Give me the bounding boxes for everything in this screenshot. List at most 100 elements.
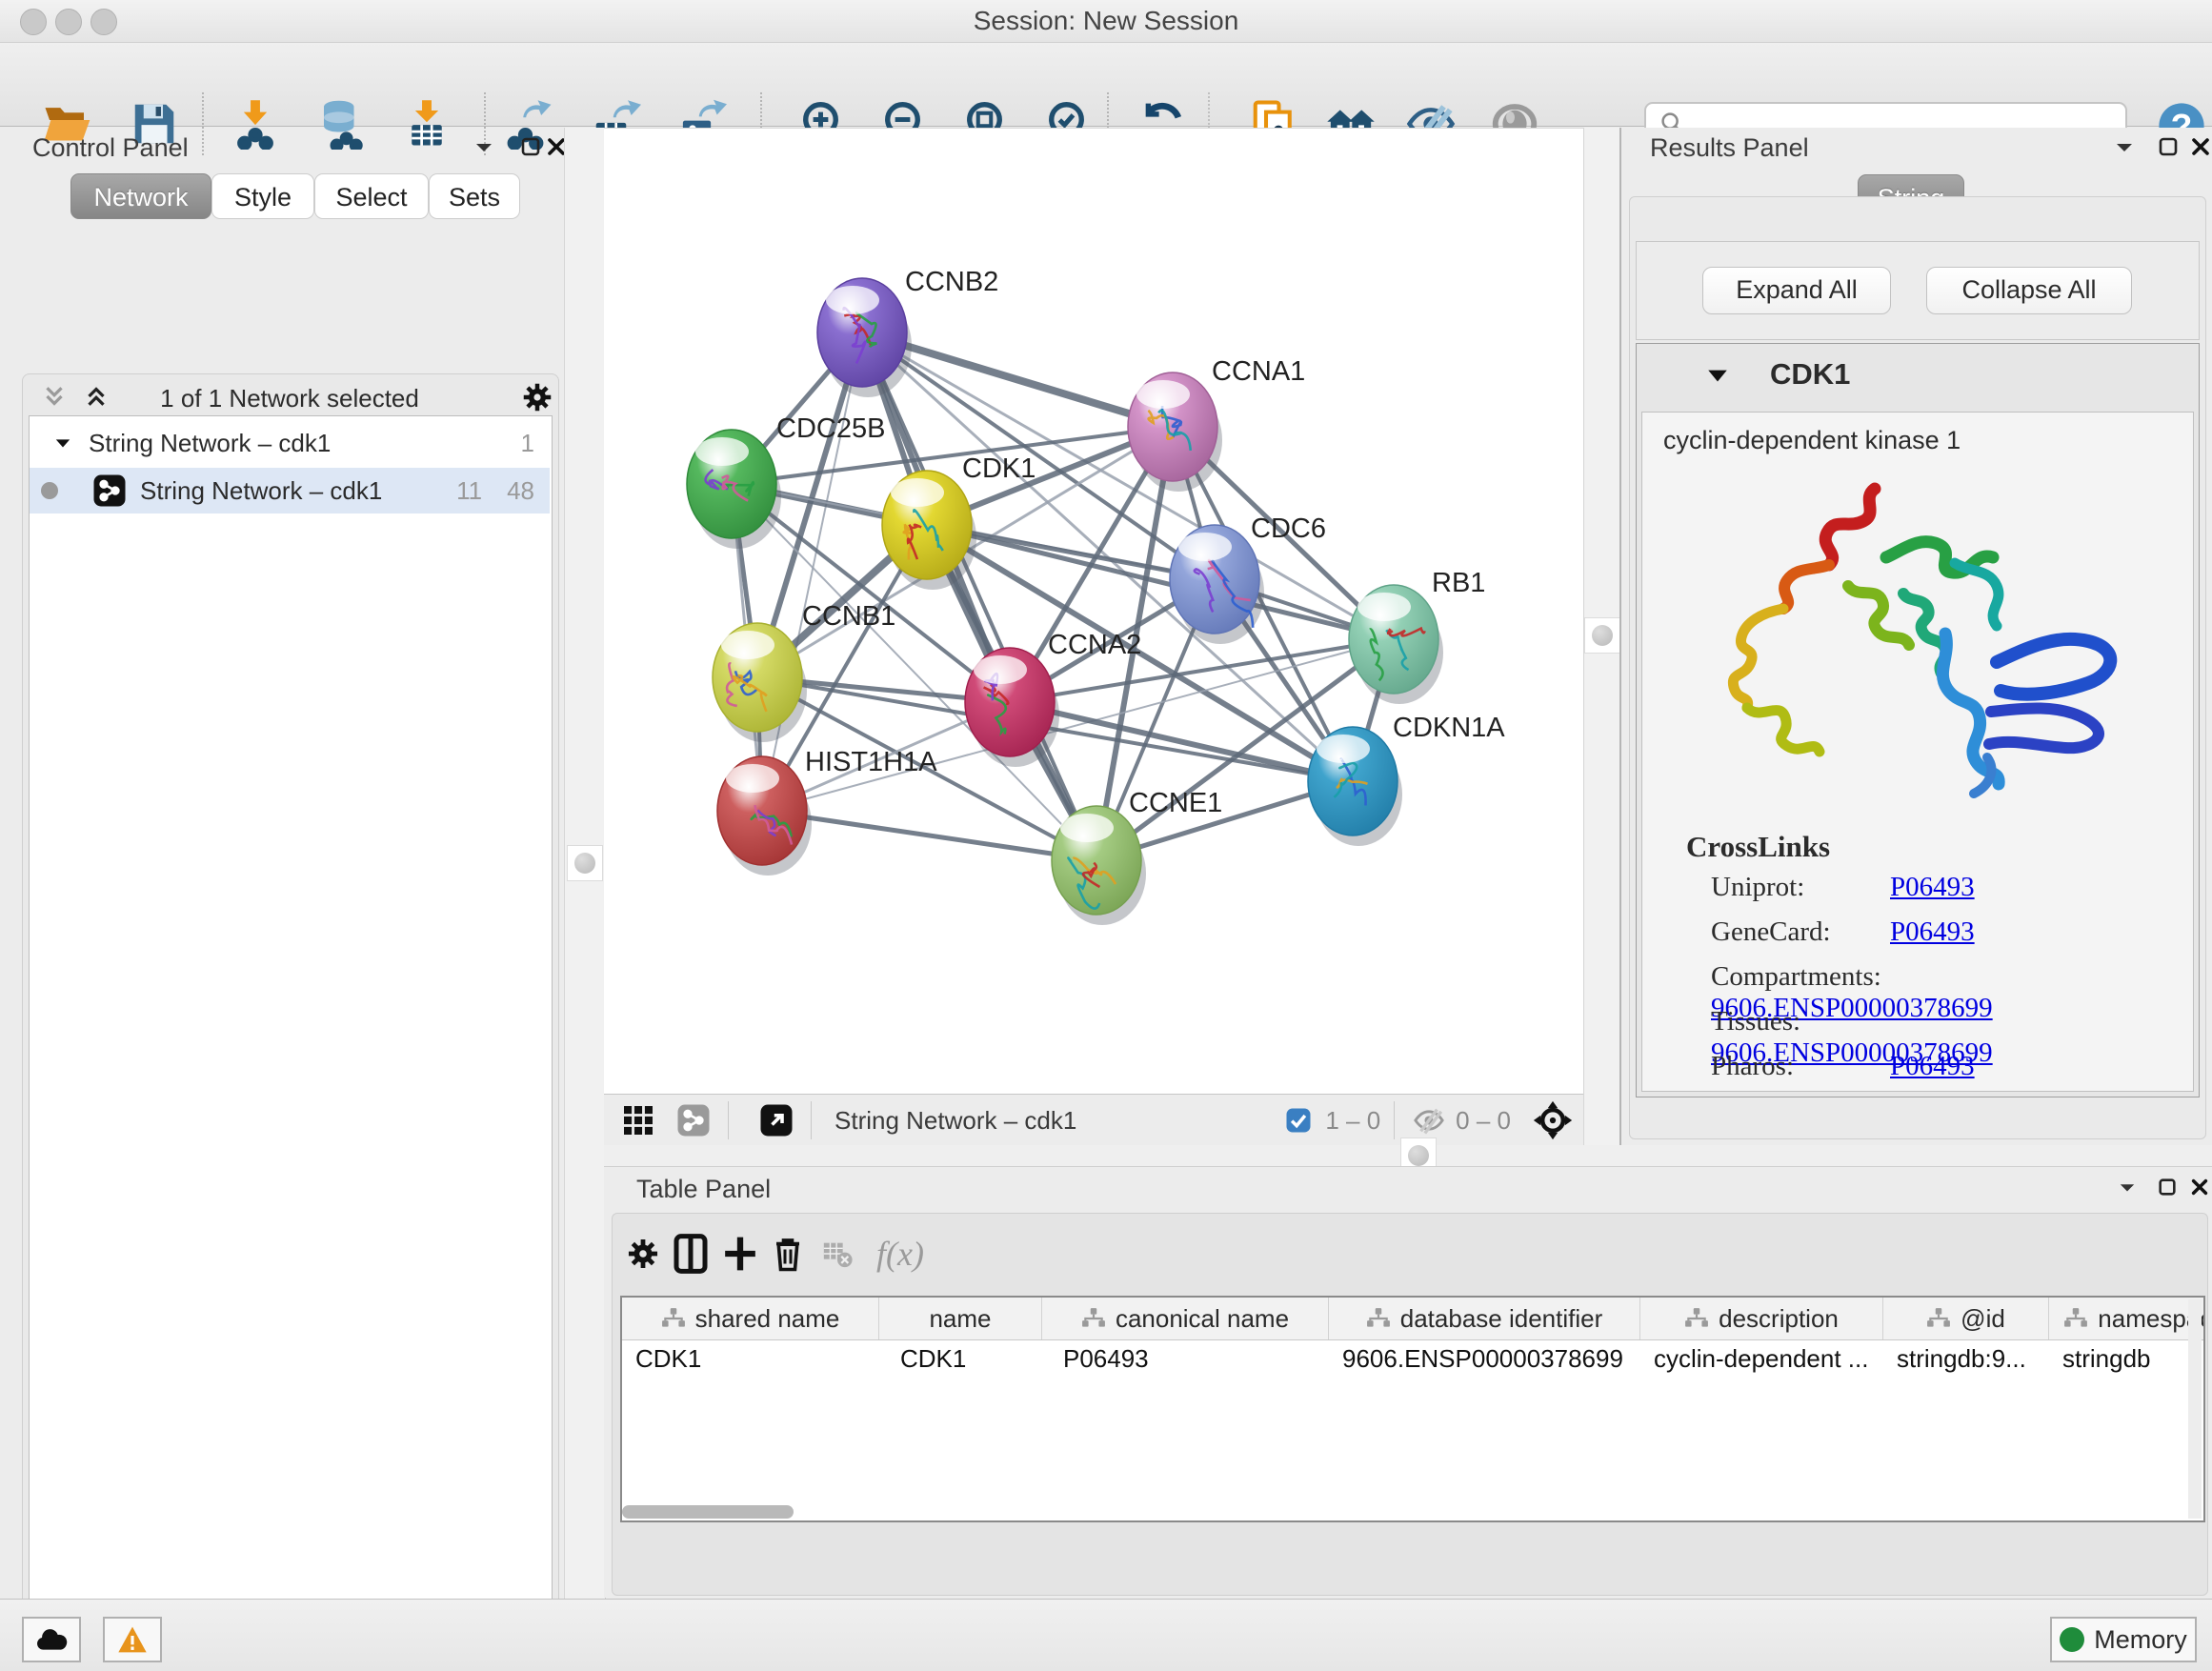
- panel-menu-icon[interactable]: [2117, 1178, 2138, 1196]
- crosslink-label: Uniprot:: [1711, 872, 1890, 903]
- column-header-name[interactable]: name: [879, 1298, 1042, 1339]
- cell-id[interactable]: stringdb:9...: [1883, 1339, 2049, 1378]
- open-in-window-icon[interactable]: [755, 1099, 797, 1141]
- column-header-namespace[interactable]: namespace: [2049, 1298, 2205, 1339]
- network-type-icon: [92, 473, 127, 508]
- node-label-HIST1H1A: HIST1H1A: [805, 747, 937, 777]
- tree-expander-icon[interactable]: [52, 434, 73, 452]
- node-label-CCNB1: CCNB1: [802, 601, 895, 632]
- tab-select[interactable]: Select: [314, 173, 429, 219]
- network-edge-count: 48: [507, 476, 534, 506]
- control-panel: Control Panel NetworkStyleSelectSets 1 o…: [0, 128, 564, 1599]
- node-label-CCNA2: CCNA2: [1048, 630, 1141, 660]
- column-header-label: description: [1719, 1304, 1839, 1334]
- splitter-handle[interactable]: [567, 845, 603, 881]
- horizontal-splitter[interactable]: [604, 1145, 2212, 1166]
- column-header-sharedname[interactable]: shared name: [622, 1298, 879, 1339]
- network-row-selected[interactable]: String Network – cdk1 11 48: [30, 468, 550, 513]
- grid-view-icon[interactable]: [617, 1099, 659, 1141]
- crosslink-label: GeneCard:: [1711, 916, 1890, 948]
- gear-icon[interactable]: [520, 380, 554, 414]
- vertical-splitter-right[interactable]: [1583, 128, 1621, 1145]
- node-CDC25B[interactable]: [687, 430, 781, 549]
- delete-column-icon[interactable]: [767, 1231, 809, 1277]
- main-toolbar: ?: [0, 43, 2212, 127]
- crosslink-value-link[interactable]: P06493: [1890, 916, 1975, 947]
- cell-sharedname[interactable]: CDK1: [622, 1339, 879, 1378]
- network-collection-row[interactable]: String Network – cdk1 1: [30, 420, 550, 466]
- panel-close-icon[interactable]: [2189, 1177, 2210, 1198]
- crosslink-value-link[interactable]: P06493: [1890, 872, 1975, 902]
- column-header-description[interactable]: description: [1640, 1298, 1883, 1339]
- column-header-canonicalname[interactable]: canonical name: [1042, 1298, 1329, 1339]
- node-CDKN1A[interactable]: [1308, 727, 1402, 846]
- node-HIST1H1A[interactable]: [717, 756, 812, 876]
- column-header-databaseidentifier[interactable]: database identifier: [1329, 1298, 1640, 1339]
- table-header-row: shared namenamecanonical namedatabase id…: [622, 1298, 2205, 1340]
- protein-structure-image: [1705, 472, 2134, 834]
- selected-counts: 1 – 0: [1325, 1106, 1380, 1136]
- results-panel: Results Panel String Expand All Collapse…: [1619, 128, 2212, 1145]
- cell-canonicalname[interactable]: P06493: [1042, 1339, 1329, 1378]
- node-CCNA2[interactable]: [965, 648, 1059, 767]
- warning-button[interactable]: [103, 1617, 162, 1662]
- network-canvas[interactable]: CCNB2CCNA1CDC25BCDK1CDC6RB1CCNB1CCNA2CDK…: [604, 128, 1583, 1095]
- hidden-eye-icon[interactable]: [1408, 1099, 1450, 1141]
- cell-databaseidentifier[interactable]: 9606.ENSP00000378699: [1329, 1339, 1640, 1378]
- splitter-handle[interactable]: [1584, 617, 1620, 654]
- results-panel-title: Results Panel: [1650, 133, 1809, 163]
- cell-namespace[interactable]: stringdb: [2049, 1339, 2205, 1378]
- tab-style[interactable]: Style: [211, 173, 314, 219]
- network-graph[interactable]: CCNB2CCNA1CDC25BCDK1CDC6RB1CCNB1CCNA2CDK…: [604, 129, 1583, 1095]
- crosslink-label: Tissues:: [1711, 1006, 1890, 1037]
- section-expander-icon[interactable]: [1705, 365, 1730, 386]
- memory-label: Memory: [2094, 1625, 2187, 1655]
- node-CCNB2[interactable]: [817, 278, 912, 397]
- edge-RB1-HIST1H1A[interactable]: [762, 639, 1394, 811]
- collapse-all-button[interactable]: Collapse All: [1926, 267, 2132, 314]
- node-CCNA1[interactable]: [1128, 372, 1222, 492]
- network-node-count: 11: [456, 476, 482, 506]
- birds-eye-view-icon[interactable]: [1532, 1099, 1574, 1141]
- horizontal-scrollbar[interactable]: [622, 1505, 794, 1519]
- panel-menu-icon[interactable]: [2113, 137, 2136, 156]
- vertical-scrollbar[interactable]: [2188, 1299, 2202, 1519]
- vertical-splitter-left[interactable]: [564, 128, 606, 1599]
- network-list: String Network – cdk1 1 String Network –…: [29, 415, 553, 1671]
- panel-float-icon[interactable]: [2157, 135, 2180, 158]
- collection-count: 1: [521, 429, 534, 458]
- cloud-button[interactable]: [22, 1617, 81, 1662]
- cell-name[interactable]: CDK1: [879, 1339, 1042, 1378]
- add-column-icon[interactable]: [719, 1231, 761, 1277]
- edge-HIST1H1A-CCNE1[interactable]: [762, 811, 1096, 860]
- edge-CCNA2-CDKN1A[interactable]: [1010, 702, 1353, 781]
- delete-table-icon: [816, 1231, 858, 1277]
- panel-close-icon[interactable]: [2189, 135, 2212, 158]
- expand-all-button[interactable]: Expand All: [1702, 267, 1891, 314]
- cell-description[interactable]: cyclin-dependent ...: [1640, 1339, 1883, 1378]
- tab-network[interactable]: Network: [70, 173, 211, 219]
- crosslink-row: Uniprot:P06493: [1711, 872, 2168, 903]
- selected-checkbox-icon[interactable]: [1277, 1099, 1319, 1141]
- node-label-CCNA1: CCNA1: [1212, 356, 1305, 387]
- gear-icon[interactable]: [622, 1231, 664, 1277]
- node-RB1[interactable]: [1349, 585, 1443, 704]
- memory-button[interactable]: Memory: [2050, 1617, 2197, 1662]
- node-CDK1[interactable]: [882, 471, 976, 590]
- tab-sets[interactable]: Sets: [429, 173, 520, 219]
- panel-menu-icon[interactable]: [473, 137, 495, 156]
- column-header-id[interactable]: @id: [1883, 1298, 2049, 1339]
- table-panel: Table Panel f(x) shared namenamecanonica…: [604, 1166, 2212, 1598]
- table-row[interactable]: CDK1CDK1P064939606.ENSP00000378699cyclin…: [622, 1339, 2205, 1378]
- node-CCNE1[interactable]: [1052, 806, 1146, 925]
- crosslink-label: Compartments:: [1711, 961, 1890, 993]
- panel-float-icon[interactable]: [519, 135, 542, 158]
- node-table[interactable]: shared namenamecanonical namedatabase id…: [620, 1296, 2205, 1522]
- edge-CCNB2-CCNE1[interactable]: [862, 332, 1096, 860]
- crosslink-value-link[interactable]: P06493: [1890, 1051, 1975, 1081]
- crosslink-row: GeneCard:P06493: [1711, 916, 2168, 948]
- network-badge-icon[interactable]: [673, 1099, 714, 1141]
- show-columns-icon[interactable]: [670, 1231, 712, 1277]
- panel-float-icon[interactable]: [2157, 1177, 2178, 1198]
- column-header-label: @id: [1961, 1304, 2005, 1334]
